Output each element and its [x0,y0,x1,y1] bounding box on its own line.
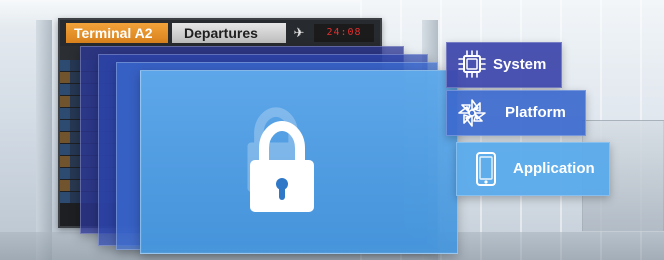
system-layer-label: System [446,42,562,88]
terminal-label: Terminal A2 [66,23,168,43]
board-time: 24:08 18:08 [314,24,374,56]
application-label: Application [513,160,595,177]
background-pillar [36,20,52,260]
airplane-icon: ✈ [293,25,305,40]
platform-icon [455,96,489,130]
platform-label: Platform [505,104,566,121]
phone-icon [473,151,499,187]
chip-icon [457,49,487,79]
system-label: System [493,56,547,73]
padlock-icon [240,118,324,214]
application-layer-label: Application [456,142,610,196]
platform-layer-label: Platform [446,90,586,136]
board-header: Terminal A2 Departures ✈ 24:08 18:08 [60,20,380,56]
departures-label: Departures [172,23,286,43]
